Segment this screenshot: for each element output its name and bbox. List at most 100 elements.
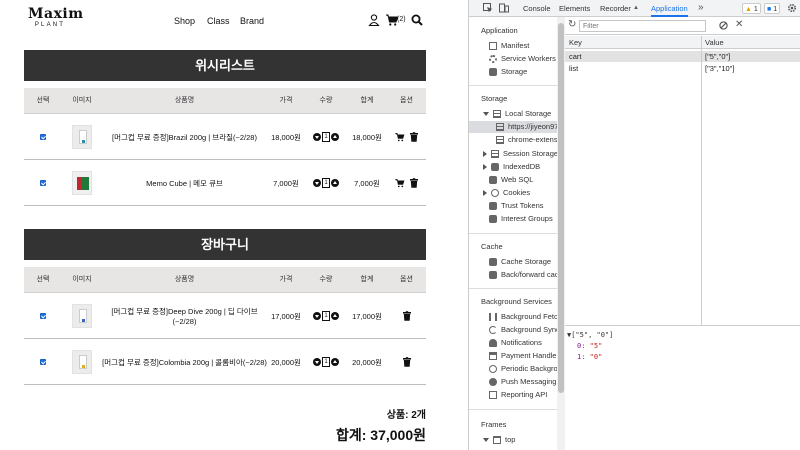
sidebar-item-extension[interactable]: chrome-extensio <box>496 134 557 146</box>
tab-elements[interactable]: Elements <box>559 0 590 17</box>
grid-icon <box>496 136 504 144</box>
filter-input[interactable] <box>579 20 706 32</box>
settings-gear-icon[interactable] <box>787 3 797 13</box>
sidebar-item-reporting-api[interactable]: Reporting API <box>489 389 547 401</box>
quantity-value[interactable]: 1 <box>322 311 330 321</box>
logo-sub-text: PLANT <box>34 22 66 28</box>
expand-arrow-icon[interactable] <box>483 151 487 157</box>
wishlist-row: [머그컵 무료 증정]Brazil 200g | 브라질(~2/28) 18,0… <box>24 114 426 160</box>
sidebar-item-websql[interactable]: Web SQL <box>489 174 533 186</box>
sidebar-item-background-fetch[interactable]: Background Fetch <box>489 311 557 323</box>
expand-arrow-icon[interactable] <box>483 112 489 116</box>
row-checkbox[interactable] <box>40 359 46 365</box>
product-name[interactable]: Memo Cube | 메모 큐브 <box>102 160 267 206</box>
quantity-value[interactable]: 1 <box>322 132 330 142</box>
expand-arrow-icon[interactable] <box>483 190 487 196</box>
kv-row[interactable]: cart ["5","0"] <box>565 51 800 62</box>
row-checkbox[interactable] <box>40 313 46 319</box>
expand-arrow-icon[interactable] <box>483 438 489 442</box>
sidebar-item-local-storage[interactable]: Local Storage <box>483 108 551 120</box>
device-toolbar-icon[interactable] <box>499 3 509 13</box>
sidebar-item-push-messaging[interactable]: Push Messaging <box>489 376 556 388</box>
product-thumbnail[interactable] <box>72 350 92 374</box>
decrease-icon[interactable] <box>313 312 321 320</box>
add-to-cart-icon[interactable] <box>395 132 405 142</box>
more-tabs-icon[interactable]: » <box>698 2 704 13</box>
sidebar-item-indexeddb[interactable]: IndexedDB <box>483 161 540 173</box>
product-thumbnail[interactable] <box>72 304 92 328</box>
sidebar-item-top-frame[interactable]: top <box>483 434 515 446</box>
inspect-icon[interactable] <box>483 3 493 13</box>
product-thumbnail[interactable] <box>72 171 92 195</box>
kv-row[interactable]: list ["3","10"] <box>565 63 800 74</box>
row-checkbox[interactable] <box>40 180 46 186</box>
sidebar-scrollbar[interactable] <box>557 17 565 450</box>
sidebar-item-origin[interactable]: https://jiyeon97 <box>469 121 557 133</box>
tab-recorder[interactable]: Recorder <box>600 0 631 17</box>
decrease-icon[interactable] <box>313 179 321 187</box>
expand-arrow-icon[interactable] <box>483 164 487 170</box>
sidebar-item-periodic-sync[interactable]: Periodic Backgrou <box>489 363 557 375</box>
refresh-icon <box>489 326 497 334</box>
scrollbar-thumb[interactable] <box>558 23 564 393</box>
preview-array[interactable]: ▼["5", "0"] <box>567 330 613 341</box>
nav-class[interactable]: Class <box>207 16 230 26</box>
sidebar-item-manifest[interactable]: Manifest <box>489 40 529 52</box>
warning-badge[interactable]: ▲ 1 <box>742 3 761 14</box>
user-icon[interactable] <box>367 13 381 27</box>
increase-icon[interactable] <box>331 358 339 366</box>
delete-selected-icon[interactable]: ✕ <box>735 19 743 30</box>
sidebar-item-service-workers[interactable]: Service Workers <box>489 53 556 65</box>
sidebar-item-interest-groups[interactable]: Interest Groups <box>489 213 553 225</box>
increase-icon[interactable] <box>331 133 339 141</box>
increase-icon[interactable] <box>331 312 339 320</box>
trash-icon[interactable] <box>410 178 418 188</box>
sidebar-item-session-storage[interactable]: Session Storage <box>483 148 558 160</box>
product-name[interactable]: [머그컵 무료 증정]Deep Dive 200g | 딥 다이브(~2/28) <box>102 293 267 339</box>
sidebar-item-storage[interactable]: Storage <box>489 66 527 78</box>
sidebar-item-label: Storage <box>501 67 528 76</box>
decrease-icon[interactable] <box>313 133 321 141</box>
maxim-plant-logo[interactable]: Maxim PLANT <box>28 6 83 29</box>
product-name[interactable]: [머그컵 무료 증정]Colombia 200g | 콜롬비아(~2/28) <box>102 339 267 385</box>
preview-item: 1: "0" <box>577 352 602 363</box>
column-divider[interactable] <box>701 36 702 325</box>
sidebar-item-notifications[interactable]: Notifications <box>489 337 542 349</box>
increase-icon[interactable] <box>331 179 339 187</box>
sidebar-item-cache-storage[interactable]: Cache Storage <box>489 256 551 268</box>
cookie-icon <box>491 189 499 197</box>
sidebar-item-label: Session Storage <box>503 149 558 158</box>
nav-brand[interactable]: Brand <box>240 16 264 26</box>
add-to-cart-icon[interactable] <box>395 178 405 188</box>
section-cache: Cache <box>481 242 503 251</box>
quantity-value[interactable]: 1 <box>322 357 330 367</box>
refresh-icon[interactable]: ↻ <box>568 19 576 30</box>
tab-console[interactable]: Console <box>523 0 551 17</box>
nav-shop[interactable]: Shop <box>174 16 195 26</box>
product-name[interactable]: [머그컵 무료 증정]Brazil 200g | 브라질(~2/28) <box>102 114 267 160</box>
sidebar-item-bfcache[interactable]: Back/forward cach <box>489 269 557 281</box>
grid-icon <box>496 123 504 131</box>
decrease-icon[interactable] <box>313 358 321 366</box>
trash-icon[interactable] <box>402 357 411 367</box>
trash-icon[interactable] <box>402 311 411 321</box>
tab-application[interactable]: Application <box>651 0 688 17</box>
quantity-value[interactable]: 1 <box>322 178 330 188</box>
col-key[interactable]: Key <box>569 36 582 49</box>
sidebar-item-label: Local Storage <box>505 109 552 118</box>
col-price: 가격 <box>279 276 293 283</box>
clear-all-icon[interactable] <box>719 21 728 30</box>
info-badge[interactable]: ■ 1 <box>764 3 781 14</box>
sidebar-item-payment-handler[interactable]: Payment Handler <box>489 350 557 362</box>
kv-value: ["5","0"] <box>705 52 731 61</box>
bell-icon <box>489 339 497 347</box>
trash-icon[interactable] <box>410 132 418 142</box>
sidebar-item-background-sync[interactable]: Background Sync <box>489 324 557 336</box>
col-value[interactable]: Value <box>705 36 724 49</box>
product-thumbnail[interactable] <box>72 125 92 149</box>
sidebar-item-cookies[interactable]: Cookies <box>483 187 530 199</box>
search-icon[interactable] <box>410 13 424 27</box>
sidebar-item-trust-tokens[interactable]: Trust Tokens <box>489 200 544 212</box>
row-checkbox[interactable] <box>40 134 46 140</box>
database-icon <box>489 215 497 223</box>
